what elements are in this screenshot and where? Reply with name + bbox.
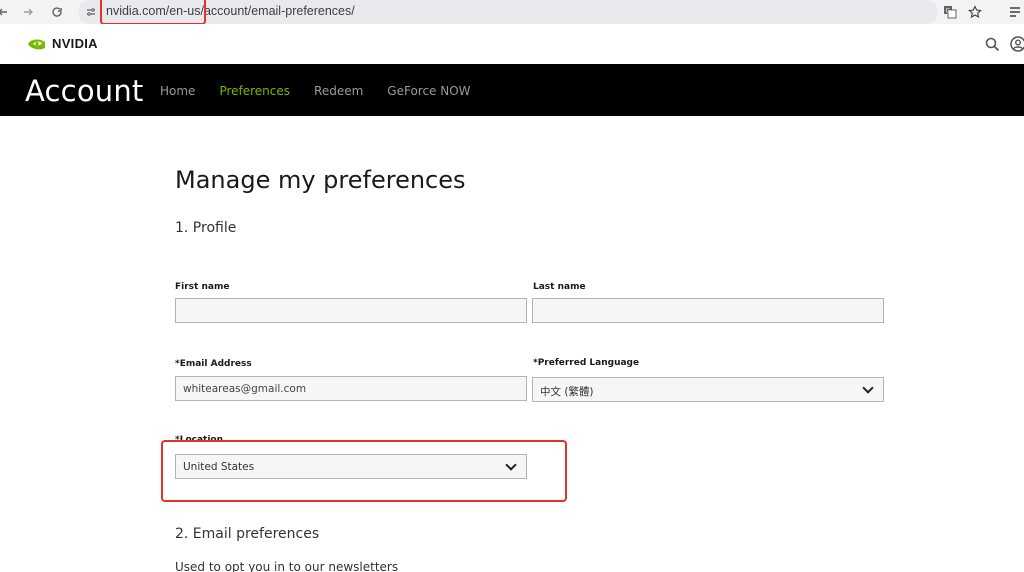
section-email-title: 2. Email preferences <box>175 526 320 542</box>
tab-preferences[interactable]: Preferences <box>219 84 290 98</box>
site-settings-icon[interactable] <box>82 3 100 21</box>
section-profile-title: 1. Profile <box>175 220 237 236</box>
translate-icon[interactable]: G <box>941 3 959 21</box>
account-tabs: Home Preferences Redeem GeForce NOW <box>160 84 495 98</box>
search-icon[interactable] <box>985 37 1000 57</box>
email-label: *Email Address <box>175 359 252 369</box>
language-select[interactable]: 中文 (繁體) <box>532 377 884 402</box>
chevron-down-icon <box>862 382 874 394</box>
language-value: 中文 (繁體) <box>540 386 594 398</box>
menu-icon[interactable] <box>1006 3 1024 21</box>
first-name-label: First name <box>175 282 230 292</box>
nvidia-eye-icon <box>28 39 45 49</box>
page-title: Manage my preferences <box>175 166 466 194</box>
tab-geforce-now[interactable]: GeForce NOW <box>387 84 470 98</box>
last-name-label: Last name <box>533 282 586 292</box>
account-title: Account <box>25 74 144 108</box>
reload-icon[interactable] <box>48 3 66 21</box>
svg-text:G: G <box>946 8 951 15</box>
forward-icon[interactable] <box>19 3 37 21</box>
star-icon[interactable] <box>966 3 984 21</box>
tab-redeem[interactable]: Redeem <box>314 84 363 98</box>
email-help-text: Used to opt you in to our newsletters <box>175 560 399 572</box>
logo-text: NVIDIA <box>52 36 98 51</box>
first-name-field[interactable] <box>175 298 527 323</box>
url-highlight-box <box>100 0 206 25</box>
language-label: *Preferred Language <box>533 358 640 368</box>
account-header: Account Home Preferences Redeem GeForce … <box>0 64 1024 116</box>
brand-bar: NVIDIA <box>0 24 1024 64</box>
location-highlight-box <box>161 440 567 502</box>
account-icon[interactable] <box>1010 36 1024 57</box>
back-icon[interactable] <box>0 3 12 21</box>
nvidia-logo[interactable]: NVIDIA <box>27 36 98 51</box>
tab-home[interactable]: Home <box>160 84 195 98</box>
last-name-field[interactable] <box>532 298 884 323</box>
email-field[interactable] <box>175 376 527 401</box>
